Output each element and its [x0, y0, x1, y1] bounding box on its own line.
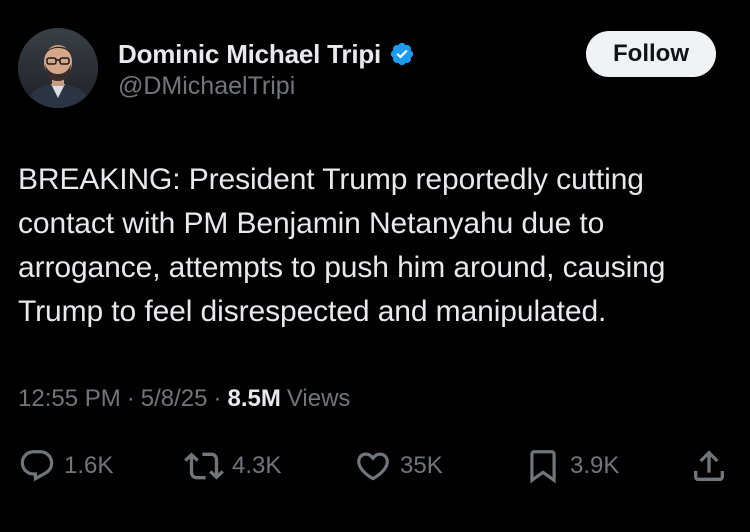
bookmark-icon: [524, 447, 562, 485]
share-icon: [689, 446, 729, 486]
bookmark-count: 3.9K: [570, 452, 620, 479]
tweet-card: Dominic Michael Tripi @DMichaelTripi Fol…: [0, 0, 750, 532]
tweet-text-line: contact with PM Benjamin Netanyahu due t…: [18, 207, 605, 240]
repost-button[interactable]: 4.3K: [184, 444, 281, 488]
avatar[interactable]: [18, 28, 98, 108]
author-handle[interactable]: @DMichaelTripi: [118, 72, 295, 101]
follow-button[interactable]: Follow: [586, 31, 716, 77]
repost-count: 4.3K: [232, 452, 282, 479]
reply-count: 1.6K: [64, 452, 114, 479]
author-name-row: Dominic Michael Tripi: [118, 38, 415, 70]
tweet-text: BREAKING: President Trump reportedly cut…: [18, 158, 733, 334]
views-label: Views: [286, 385, 351, 412]
tweet-meta: 12:55 PM · 5/8/25 · 8.5M Views: [18, 385, 350, 413]
verified-badge-icon[interactable]: [389, 41, 415, 67]
meta-separator: ·: [213, 385, 222, 412]
like-count: 35K: [400, 452, 443, 479]
heart-icon: [354, 447, 392, 485]
action-bar: 1.6K 4.3K 35K 3.9K: [0, 444, 750, 488]
share-button[interactable]: [689, 444, 729, 488]
repost-icon: [184, 446, 224, 486]
like-button[interactable]: 35K: [354, 444, 443, 488]
tweet-text-line: arrogance, attempts to push him around, …: [18, 251, 666, 284]
views-count: 8.5M: [227, 385, 281, 412]
meta-separator: ·: [126, 385, 135, 412]
author-display-name[interactable]: Dominic Michael Tripi: [118, 39, 381, 70]
bookmark-button[interactable]: 3.9K: [524, 444, 619, 488]
tweet-date[interactable]: 5/8/25: [141, 385, 208, 413]
reply-icon: [18, 447, 56, 485]
tweet-time[interactable]: 12:55 PM: [18, 385, 121, 413]
tweet-text-line: BREAKING: President Trump reportedly cut…: [18, 163, 644, 196]
tweet-text-line: Trump to feel disrespected and manipulat…: [18, 295, 607, 328]
reply-button[interactable]: 1.6K: [18, 444, 113, 488]
